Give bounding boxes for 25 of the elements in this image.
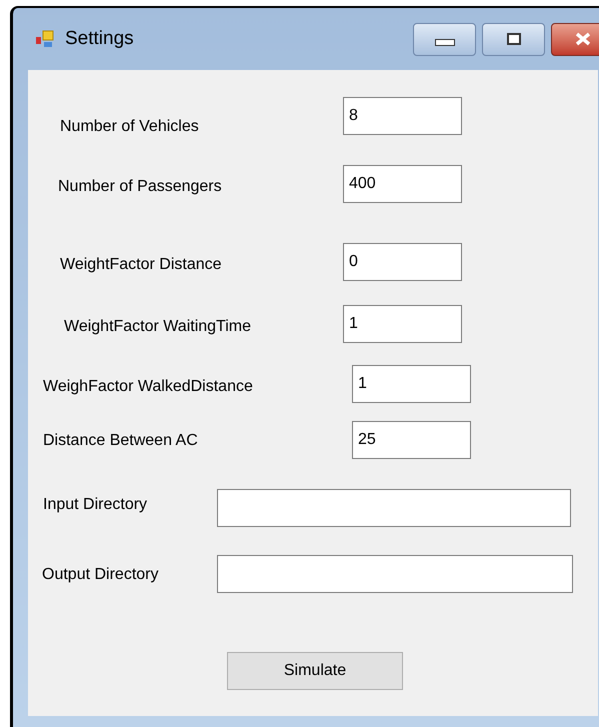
text-field[interactable]: 0 [343, 243, 462, 281]
field-label: Input Directory [43, 495, 148, 515]
restore-icon [506, 33, 520, 45]
simulate-button[interactable]: Simulate [227, 652, 403, 690]
maximize-button[interactable] [482, 22, 545, 56]
field-label: Number of Vehicles [60, 117, 199, 137]
field-label: WeighFactor WalkedDistance [43, 377, 253, 397]
text-field[interactable] [217, 489, 571, 527]
field-label: WeightFactor Distance [60, 255, 222, 275]
field-label: Number of Passengers [58, 177, 222, 197]
text-field[interactable]: 8 [343, 97, 462, 135]
text-field[interactable]: 1 [352, 365, 471, 403]
text-field[interactable]: 1 [343, 305, 462, 343]
minimize-icon [434, 38, 454, 46]
field-label: Distance Between AC [43, 431, 198, 451]
minimize-button[interactable] [413, 22, 476, 56]
close-button[interactable] [551, 22, 599, 56]
text-field[interactable] [217, 555, 573, 593]
text-field[interactable]: 25 [352, 421, 471, 459]
close-icon [574, 32, 592, 46]
app-icon [35, 29, 55, 49]
window-title: Settings [65, 26, 134, 51]
text-field[interactable]: 400 [343, 165, 462, 203]
field-label: Output Directory [42, 565, 158, 585]
field-label: WeightFactor WaitingTime [64, 317, 252, 337]
